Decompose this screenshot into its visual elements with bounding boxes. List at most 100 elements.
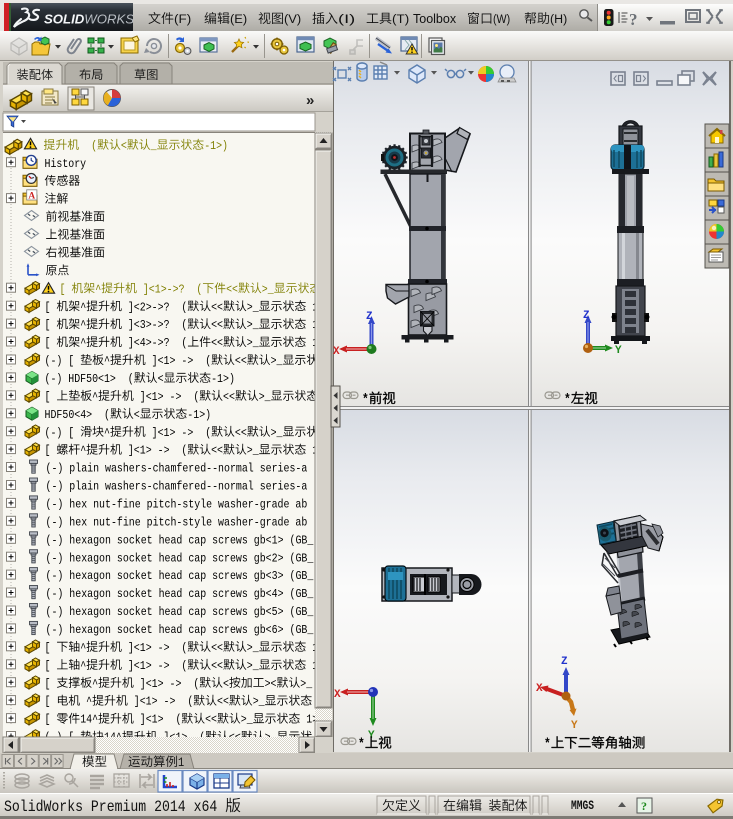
svg-text:(-) hexagon socket head cap sc: (-) hexagon socket head cap screws gb<1>…: [46, 533, 315, 547]
svg-text:>_: >_: [247, 444, 260, 458]
svg-text:SolidWorks Premium 2014 x64: SolidWorks Premium 2014 x64: [4, 798, 225, 816]
svg-text:(: (: [79, 139, 97, 153]
svg-text:^: ^: [104, 354, 110, 368]
svg-text:(F): (F): [174, 14, 191, 26]
svg-text:]<2>->? (: ]<2>->? (: [122, 300, 187, 314]
svg-text:[: [: [45, 336, 57, 350]
svg-text:]<1> -> (: ]<1> -> (: [134, 390, 200, 404]
svg-text:<<: <<: [226, 282, 238, 296]
svg-text:(-) HDF50<1> (: (-) HDF50<1> (: [45, 372, 134, 386]
svg-text:<<: <<: [217, 695, 229, 709]
svg-text:<<: <<: [211, 444, 223, 458]
svg-text:[: [: [45, 300, 57, 314]
svg-text:]<1> -> (: ]<1> -> (: [128, 695, 194, 709]
svg-text:>_: >_: [271, 354, 284, 368]
svg-text:>_: >_: [262, 282, 275, 296]
svg-text:<<: <<: [205, 713, 217, 727]
svg-text:^: ^: [80, 336, 86, 350]
svg-text:<: <: [223, 677, 229, 691]
svg-text:*: *: [544, 738, 551, 753]
svg-text:HDF50<4> (: HDF50<4> (: [45, 408, 111, 422]
svg-text:>_: >_: [271, 426, 284, 440]
svg-text:X: X: [536, 683, 543, 695]
svg-text:?: ?: [629, 10, 638, 29]
svg-text:(-) plain washers-chamfered--n: (-) plain washers-chamfered--normal seri…: [46, 480, 308, 494]
svg-text:1: 1: [178, 756, 184, 770]
svg-text:<<: <<: [223, 390, 235, 404]
svg-text:X: X: [334, 689, 341, 701]
svg-text:[: [: [45, 677, 57, 691]
svg-text:(-) hexagon socket head cap sc: (-) hexagon socket head cap screws gb<4>…: [46, 587, 315, 601]
svg-text:]<1> -> (: ]<1> -> (: [146, 426, 212, 440]
svg-text:Y: Y: [615, 345, 622, 357]
svg-text:>_: >_: [247, 318, 260, 332]
svg-text:[: [: [45, 318, 57, 332]
svg-text:*: *: [362, 393, 369, 408]
svg-text:[: [: [45, 641, 57, 655]
svg-text:<<: <<: [211, 641, 223, 655]
svg-text:]<1> -> (: ]<1> -> (: [122, 444, 187, 458]
svg-text:(H): (H): [550, 14, 567, 26]
svg-text:>_: >_: [259, 390, 272, 404]
svg-text:<: <: [121, 139, 127, 153]
svg-text:>_: >_: [253, 695, 266, 709]
svg-text:(-) hexagon socket head cap sc: (-) hexagon socket head cap screws gb<5>…: [46, 605, 315, 619]
svg-text:<<: <<: [211, 318, 223, 332]
svg-text:(E): (E): [230, 14, 247, 26]
svg-text:]<3>->? (: ]<3>->? (: [122, 318, 187, 332]
svg-text:(V): (V): [284, 14, 301, 26]
svg-text:[: [: [45, 444, 57, 458]
svg-text:<<: <<: [211, 336, 223, 350]
svg-text:-1>): -1>): [211, 372, 235, 386]
svg-text:^: ^: [80, 318, 86, 332]
svg-text:?: ?: [641, 799, 647, 813]
svg-text:><: ><: [265, 677, 277, 691]
svg-text:(-) hex nut-fine pitch-style w: (-) hex nut-fine pitch-style washer-grad…: [46, 515, 308, 529]
svg-text:>_: >_: [300, 677, 313, 691]
svg-text:(-) [: (-) [: [45, 354, 81, 368]
svg-text:[: [: [45, 659, 57, 673]
svg-text:X: X: [333, 346, 340, 358]
svg-text:(W): (W): [493, 14, 510, 26]
svg-text:<<: <<: [235, 354, 247, 368]
svg-text:^: ^: [80, 300, 86, 314]
svg-text:>_: >_: [247, 300, 260, 314]
svg-text:(T): (T): [392, 14, 409, 26]
svg-text:>_: >_: [247, 641, 260, 655]
svg-text:^: ^: [92, 390, 98, 404]
svg-text:-1>): -1>): [187, 408, 211, 422]
svg-text:<<: <<: [211, 659, 223, 673]
svg-text:^: ^: [92, 677, 98, 691]
svg-text:Z: Z: [561, 656, 568, 668]
svg-text:Z: Z: [366, 311, 373, 323]
svg-text:<: <: [158, 372, 164, 386]
svg-text:[: [: [45, 695, 57, 709]
svg-text:>_: >_: [247, 659, 260, 673]
svg-text:(-) [: (-) [: [45, 426, 81, 440]
svg-text:>_: >_: [241, 713, 254, 727]
svg-text:*: *: [564, 393, 571, 408]
svg-text:<<: <<: [211, 300, 223, 314]
svg-text:^: ^: [80, 444, 86, 458]
svg-text:^: ^: [80, 695, 92, 709]
svg-text:Toolbox: Toolbox: [413, 12, 457, 26]
svg-text:>_: >_: [247, 336, 260, 350]
svg-text:<: <: [134, 408, 140, 422]
svg-text:[: [: [60, 282, 72, 296]
svg-text:^: ^: [80, 659, 86, 673]
svg-text:<<: <<: [235, 426, 247, 440]
svg-text:(-) hexagon socket head cap sc: (-) hexagon socket head cap screws gb<3>…: [46, 569, 315, 583]
svg-text:]<4>->? (: ]<4>->? (: [122, 336, 187, 350]
svg-text:Z: Z: [583, 310, 590, 322]
svg-text:[: [: [45, 713, 57, 727]
svg-text:14^: 14^: [80, 713, 98, 727]
svg-text:]<1> -> (: ]<1> -> (: [122, 659, 187, 673]
svg-text:MMGS: MMGS: [571, 799, 594, 813]
svg-text:^: ^: [80, 641, 86, 655]
svg-text:[: [: [45, 390, 57, 404]
svg-text:»: »: [306, 92, 314, 109]
svg-text:(-) hexagon socket head cap sc: (-) hexagon socket head cap screws gb<2>…: [46, 551, 315, 565]
svg-text:Y: Y: [571, 720, 578, 732]
svg-text:^: ^: [95, 282, 101, 296]
svg-text:(-) plain washers-chamfered--n: (-) plain washers-chamfered--normal seri…: [46, 462, 308, 476]
